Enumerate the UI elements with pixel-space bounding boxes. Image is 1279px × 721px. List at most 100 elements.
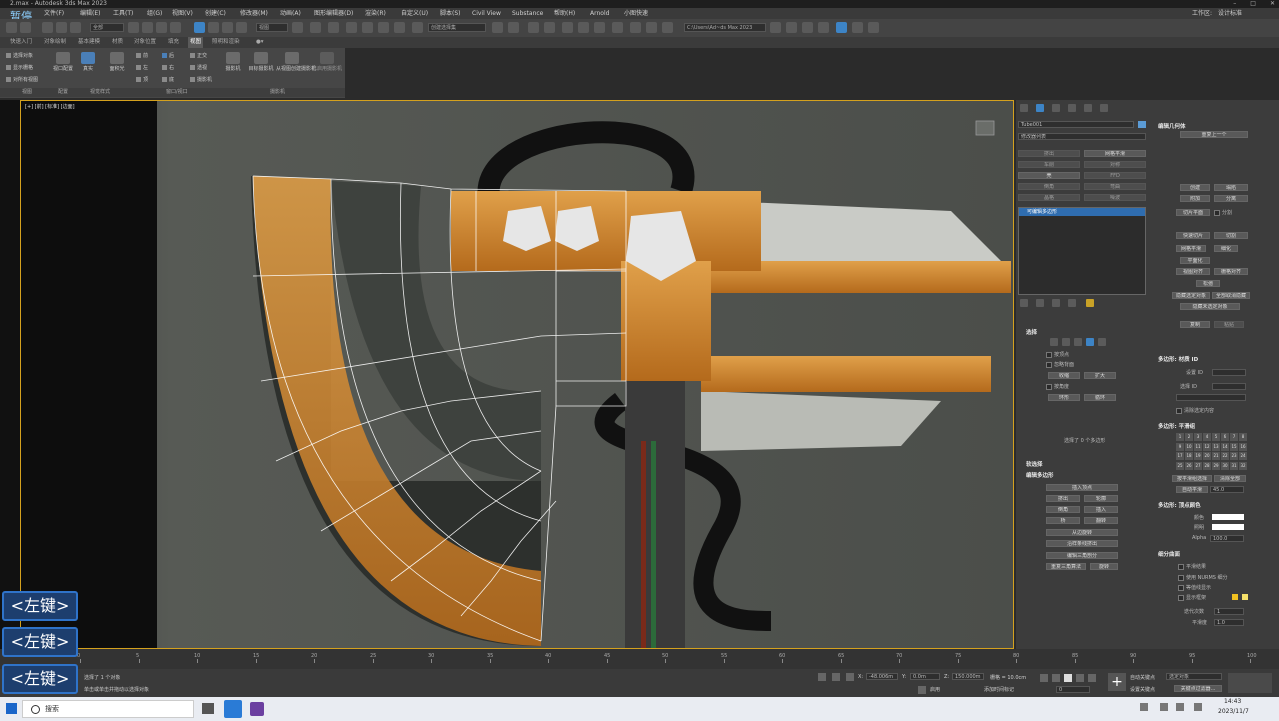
- menu-arnold[interactable]: Arnold: [590, 8, 609, 19]
- smoothing-group-button[interactable]: 17: [1176, 452, 1184, 460]
- pin-stack-icon[interactable]: [1020, 299, 1028, 307]
- ribbon-target-camera[interactable]: 目标摄影机: [248, 52, 274, 72]
- menu-tools[interactable]: 工具(T): [113, 8, 133, 19]
- smoothing-group-button[interactable]: 29: [1212, 461, 1220, 470]
- smoothing-group-button[interactable]: 2: [1185, 433, 1193, 441]
- stack-item-editable-poly[interactable]: 可编辑多边形: [1019, 208, 1145, 216]
- smoothing-group-button[interactable]: 9: [1176, 442, 1184, 451]
- key-filters-button[interactable]: 关键点过滤器...: [1174, 685, 1222, 692]
- ribbon-enabled-camera[interactable]: 已启用摄影机: [312, 52, 342, 72]
- smoothing-group-button[interactable]: 4: [1203, 433, 1211, 441]
- ribbon-select-object[interactable]: 选择对象: [6, 52, 33, 59]
- menu-group[interactable]: 组(G): [147, 8, 162, 19]
- ring-button[interactable]: 环形: [1048, 394, 1080, 401]
- redo-icon[interactable]: [20, 22, 31, 33]
- select-object-icon[interactable]: [128, 22, 139, 33]
- hinge-from-edge-button[interactable]: 从边旋转: [1046, 529, 1118, 536]
- ribbon-front[interactable]: 前: [136, 52, 148, 59]
- mod-btn-noise[interactable]: 噪波: [1084, 194, 1146, 201]
- insert-vertex-button[interactable]: 插入顶点: [1046, 484, 1118, 491]
- smoothing-group-button[interactable]: 30: [1221, 461, 1229, 470]
- tab-populate[interactable]: 填充: [168, 37, 179, 48]
- create-button[interactable]: 创建: [1180, 184, 1210, 191]
- remove-modifier-icon[interactable]: [1068, 299, 1076, 307]
- window-crossing-icon[interactable]: [170, 22, 181, 33]
- collapse-button[interactable]: 塌陷: [1214, 184, 1248, 191]
- show-end-result-icon[interactable]: [1036, 299, 1044, 307]
- volume-icon[interactable]: [1176, 703, 1184, 711]
- keyboard-shortcut-icon[interactable]: [328, 22, 339, 33]
- ribbon-show-grid[interactable]: 显示栅格: [6, 64, 33, 71]
- tab-quick-start[interactable]: 快速入门: [10, 37, 32, 48]
- border-mode-icon[interactable]: [1074, 338, 1082, 346]
- help-icon[interactable]: [868, 22, 879, 33]
- task-view-icon[interactable]: [202, 703, 214, 714]
- tab-view[interactable]: 视图: [188, 37, 204, 48]
- mod-btn-symmetry[interactable]: 对称: [1084, 161, 1146, 168]
- grid-align-button[interactable]: 栅格对齐: [1214, 268, 1248, 275]
- mod-btn-extrude[interactable]: 挤出: [1018, 150, 1080, 157]
- viewport-label[interactable]: [+] [前] [标准] [边面]: [25, 103, 75, 110]
- mod-btn-meshsmooth[interactable]: 网格平滑: [1084, 150, 1146, 157]
- x-coord-field[interactable]: -48.006m: [866, 673, 898, 680]
- ribbon-viewport-config[interactable]: 视口配置: [52, 52, 74, 72]
- loop-button[interactable]: 循环: [1084, 394, 1116, 401]
- network-icon[interactable]: [1160, 703, 1168, 711]
- project-folder-icon[interactable]: [770, 22, 781, 33]
- viewport-layout-icon[interactable]: [786, 22, 797, 33]
- show-cage-checkbox[interactable]: 显示框架: [1178, 594, 1206, 601]
- curve-editor-icon[interactable]: [578, 22, 589, 33]
- turn-button[interactable]: 旋转: [1090, 563, 1118, 570]
- tessellate-button[interactable]: 细化: [1214, 245, 1238, 252]
- bridge-button[interactable]: 桥: [1046, 517, 1080, 524]
- edit-geometry-rollout-title[interactable]: 编辑几何体: [1158, 122, 1186, 130]
- menu-edit[interactable]: 编辑(E): [80, 8, 100, 19]
- tab-modeling[interactable]: 基本建模: [78, 37, 100, 48]
- smoothing-group-button[interactable]: 12: [1203, 442, 1211, 451]
- menu-create[interactable]: 创建(C): [205, 8, 226, 19]
- select-by-sg-button[interactable]: 按平滑组选择: [1172, 475, 1212, 482]
- create-tab-icon[interactable]: [1020, 104, 1028, 112]
- object-name-field[interactable]: Tube001: [1018, 121, 1134, 128]
- smoothing-group-button[interactable]: 14: [1221, 442, 1229, 451]
- edit-named-sets-icon[interactable]: [412, 22, 423, 33]
- ribbon-right[interactable]: 右: [162, 64, 174, 71]
- planar-button[interactable]: 平面化: [1180, 257, 1210, 264]
- smoothing-group-button[interactable]: 3: [1194, 433, 1202, 441]
- menu-help[interactable]: 帮助(H): [554, 8, 575, 19]
- group-label-visual-style[interactable]: 视觉样式: [90, 88, 110, 97]
- z-coord-field[interactable]: 150.000m: [952, 673, 984, 680]
- ribbon-free-camera[interactable]: 摄影机: [220, 52, 246, 72]
- isolate-icon[interactable]: [818, 673, 826, 681]
- menu-substance[interactable]: Substance: [512, 8, 543, 19]
- edit-polygons-rollout-title[interactable]: 编辑多边形: [1026, 471, 1054, 479]
- ribbon-realistic[interactable]: 真实: [78, 52, 98, 72]
- taskbar-search[interactable]: 搜索: [22, 700, 194, 718]
- menu-scripting[interactable]: 脚本(S): [440, 8, 461, 19]
- ribbon-left[interactable]: 左: [136, 64, 148, 71]
- viewport-display-icon[interactable]: [836, 22, 847, 33]
- outline-button[interactable]: 轮廓: [1084, 495, 1118, 502]
- select-manipulate-icon[interactable]: [310, 22, 321, 33]
- move-icon[interactable]: [194, 22, 205, 33]
- capture-app-icon[interactable]: [250, 702, 264, 716]
- smoothing-group-button[interactable]: 20: [1203, 452, 1211, 460]
- smoothing-group-button[interactable]: 24: [1239, 452, 1247, 460]
- copy-button[interactable]: 复制: [1180, 321, 1210, 328]
- smoothing-group-button[interactable]: 28: [1203, 461, 1211, 470]
- illumination-swatch[interactable]: [1212, 524, 1244, 530]
- scale-icon[interactable]: [222, 22, 233, 33]
- select-by-name-icon[interactable]: [142, 22, 153, 33]
- tab-lighting-render[interactable]: 照明和渲染: [212, 37, 240, 48]
- unhide-all-button[interactable]: 全部取消隐藏: [1212, 292, 1250, 299]
- ribbon-top[interactable]: 顶: [136, 76, 148, 83]
- soft-selection-rollout-title[interactable]: 软选择: [1026, 460, 1043, 468]
- smoothing-group-button[interactable]: 22: [1221, 452, 1229, 460]
- smoothing-group-button[interactable]: 26: [1185, 461, 1193, 470]
- smoothing-groups-rollout-title[interactable]: 多边形: 平滑组: [1158, 422, 1195, 430]
- hierarchy-tab-icon[interactable]: [1052, 104, 1060, 112]
- edge-mode-icon[interactable]: [1062, 338, 1070, 346]
- rotate-icon[interactable]: [208, 22, 219, 33]
- smoothing-group-button[interactable]: 5: [1212, 433, 1220, 441]
- retriangulate-button[interactable]: 重复三角算法: [1046, 563, 1086, 570]
